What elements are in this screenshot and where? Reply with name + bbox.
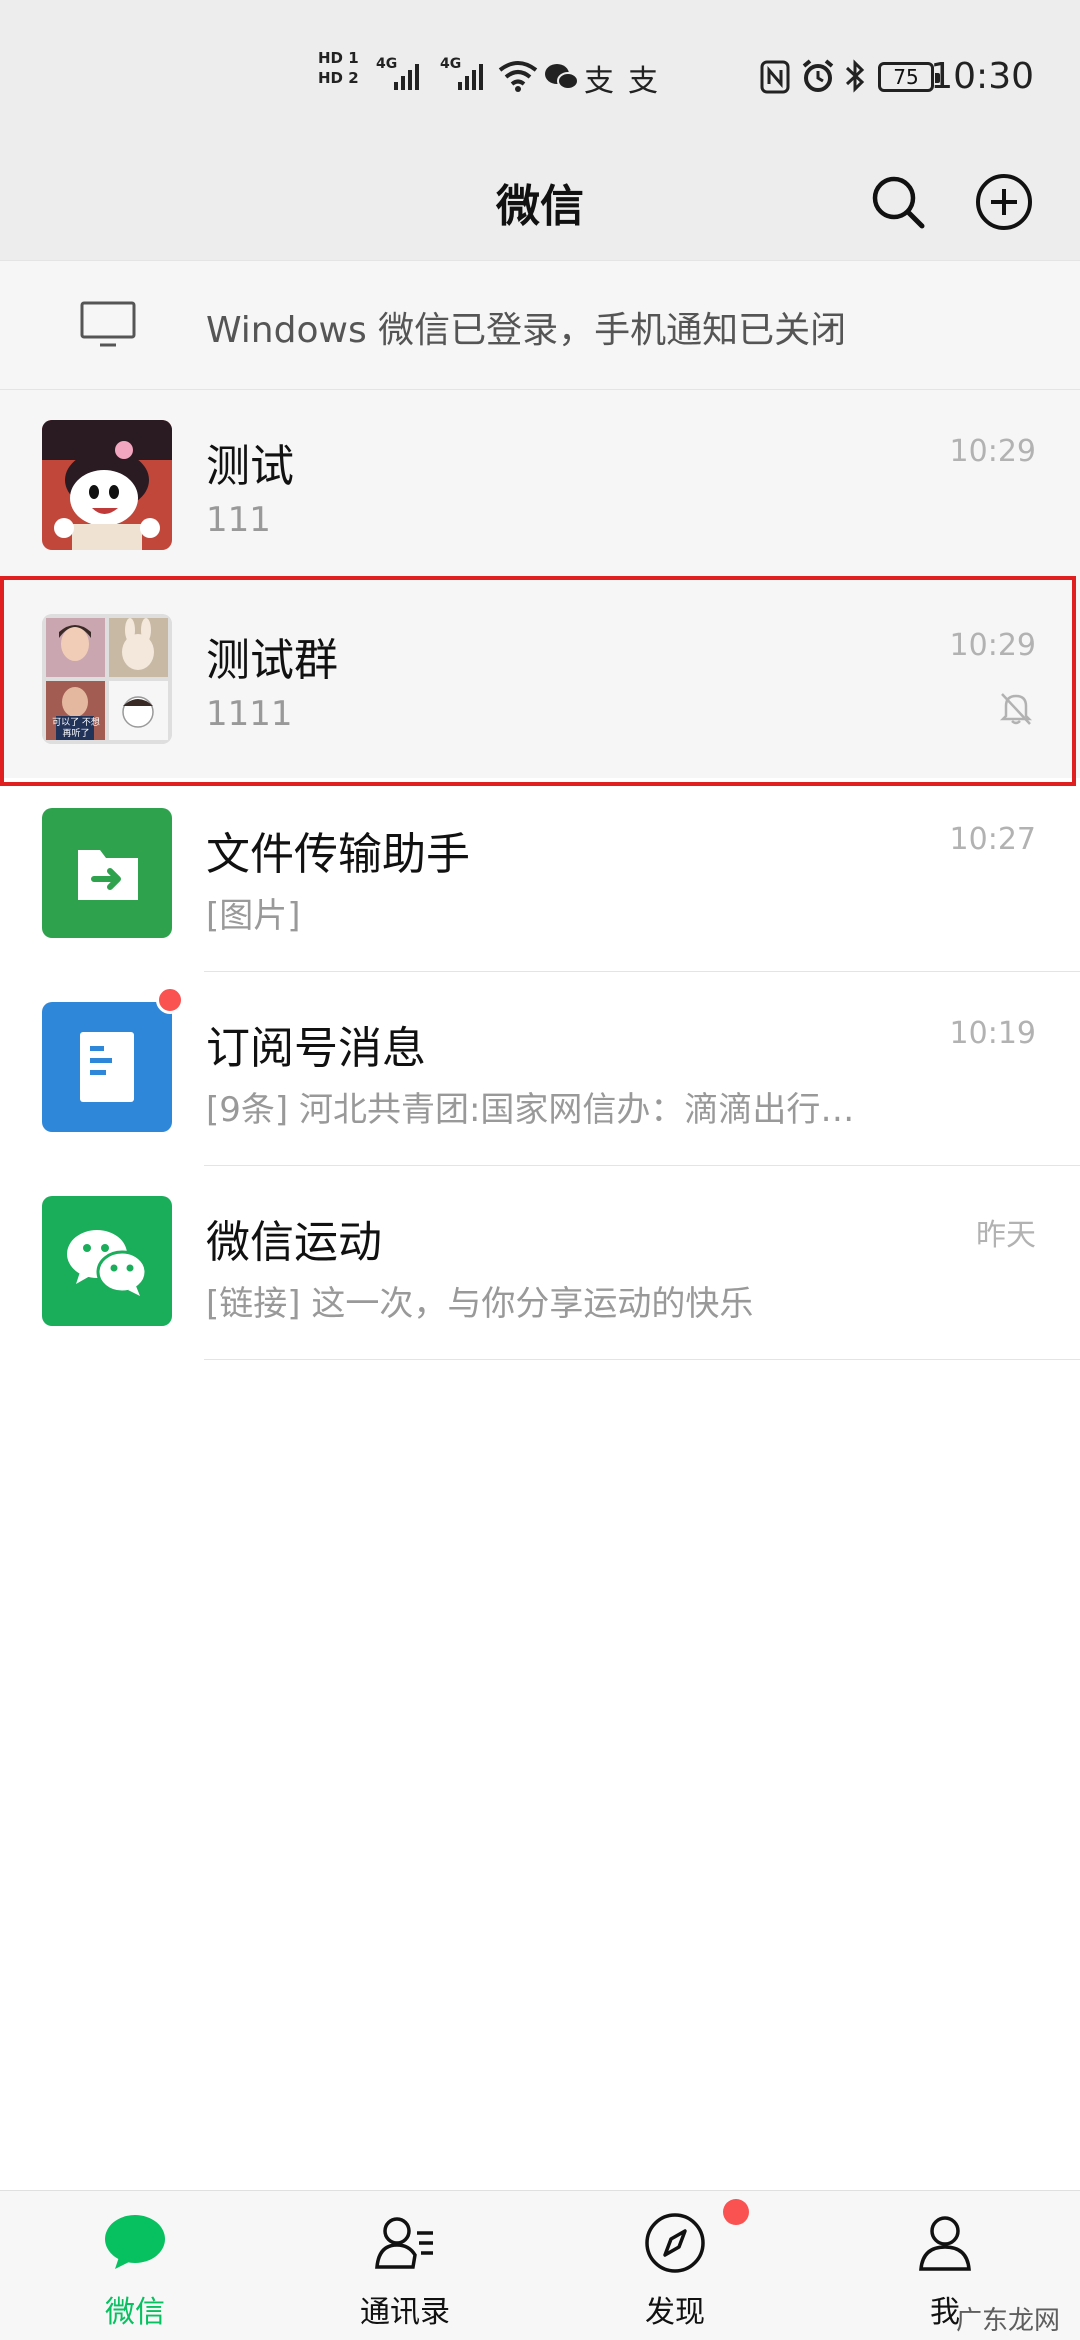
nfc-icon <box>760 60 790 94</box>
watermark: 广东龙网 <box>955 2306 1060 2336</box>
avatar <box>42 1002 172 1132</box>
chat-time: 10:29 <box>949 434 1036 469</box>
chat-preview: [图片] <box>206 896 301 936</box>
hd1-label: HD 1 <box>318 49 359 67</box>
battery-icon: 75 <box>878 62 940 92</box>
chat-time: 10:29 <box>949 628 1036 663</box>
chat-item-test-group[interactable]: 可以了 不想再听了 测试群 1111 10:29 <box>0 584 1080 778</box>
chat-item-wechat-sports[interactable]: 微信运动 [链接] 这一次，与你分享运动的快乐 昨天 <box>0 1166 1080 1360</box>
plus-circle-icon[interactable] <box>972 170 1036 234</box>
bluetooth-icon <box>845 59 865 93</box>
wifi-icon <box>498 61 538 92</box>
group-avatar: 可以了 不想再听了 <box>42 614 172 744</box>
chat-item-file-transfer[interactable]: 文件传输助手 [图片] 10:27 <box>0 778 1080 972</box>
search-icon[interactable] <box>866 170 930 234</box>
alipay-notify-icon: 支 <box>628 64 658 99</box>
chat-preview: 111 <box>206 500 271 540</box>
chat-name: 微信运动 <box>206 1217 382 1268</box>
folder-arrow-icon <box>78 850 138 900</box>
document-icon <box>80 1032 134 1102</box>
chat-preview: [9条] 河北共青团:国家网信办：滴滴出行… <box>206 1090 855 1130</box>
avatar <box>42 420 172 550</box>
chat-name: 测试 <box>206 441 294 492</box>
group-avatar-caption: 可以了 不想再听了 <box>52 718 100 739</box>
chat-time: 10:27 <box>949 822 1036 857</box>
nav-bar: 微信 <box>0 150 1080 260</box>
divider <box>204 1359 1080 1360</box>
signal-icon <box>394 64 419 90</box>
mute-bell-icon <box>999 693 1033 725</box>
tab-label: 通讯录 <box>360 2295 450 2330</box>
alipay-notify-icon: 支 <box>584 64 614 99</box>
tab-contacts[interactable]: 通讯录 <box>270 2191 540 2340</box>
unread-dot <box>156 986 184 1014</box>
chat-item-subscriptions[interactable]: 订阅号消息 [9条] 河北共青团:国家网信办：滴滴出行… 10:19 <box>0 972 1080 1166</box>
unread-dot <box>723 2199 749 2225</box>
chat-list: 测试 111 10:29 可以了 不想再听了 测试群 1111 10:29 文件… <box>0 390 1080 1360</box>
chat-preview: 1111 <box>206 694 293 734</box>
compass-icon <box>645 2213 705 2273</box>
monitor-icon <box>80 301 136 347</box>
tab-bar: 微信 通讯录 发现 我 <box>0 2190 1080 2340</box>
chat-item-test[interactable]: 测试 111 10:29 <box>0 390 1080 584</box>
login-status-text: Windows 微信已登录，手机通知已关闭 <box>206 310 847 351</box>
hd-indicators: HD 1 HD 2 <box>318 48 359 88</box>
avatar <box>42 808 172 938</box>
chat-time: 昨天 <box>976 1218 1036 1253</box>
tab-label: 微信 <box>105 2295 165 2330</box>
status-bar: HD 1 HD 2 4G 4G 支 支 75 10:30 <box>0 0 1080 150</box>
chat-bubble-icon <box>105 2215 165 2269</box>
wechat-logo-icon <box>67 1230 148 1296</box>
tab-label: 发现 <box>645 2295 705 2330</box>
signal-icon <box>458 64 483 90</box>
avatar <box>42 1196 172 1326</box>
tab-discover[interactable]: 发现 <box>540 2191 810 2340</box>
chat-name: 测试群 <box>206 635 338 686</box>
chat-time: 10:19 <box>949 1016 1036 1051</box>
person-icon <box>919 2216 971 2271</box>
tab-chats[interactable]: 微信 <box>0 2191 270 2340</box>
contacts-icon <box>375 2217 433 2269</box>
login-status-banner[interactable]: Windows 微信已登录，手机通知已关闭 <box>0 260 1080 390</box>
chat-name: 文件传输助手 <box>206 829 470 880</box>
hd2-label: HD 2 <box>318 69 359 87</box>
status-time: 10:30 <box>930 56 1034 97</box>
chat-preview: [链接] 这一次，与你分享运动的快乐 <box>206 1284 754 1324</box>
chat-name: 订阅号消息 <box>206 1023 426 1074</box>
alarm-icon <box>802 59 834 92</box>
wechat-notify-icon <box>545 64 579 90</box>
